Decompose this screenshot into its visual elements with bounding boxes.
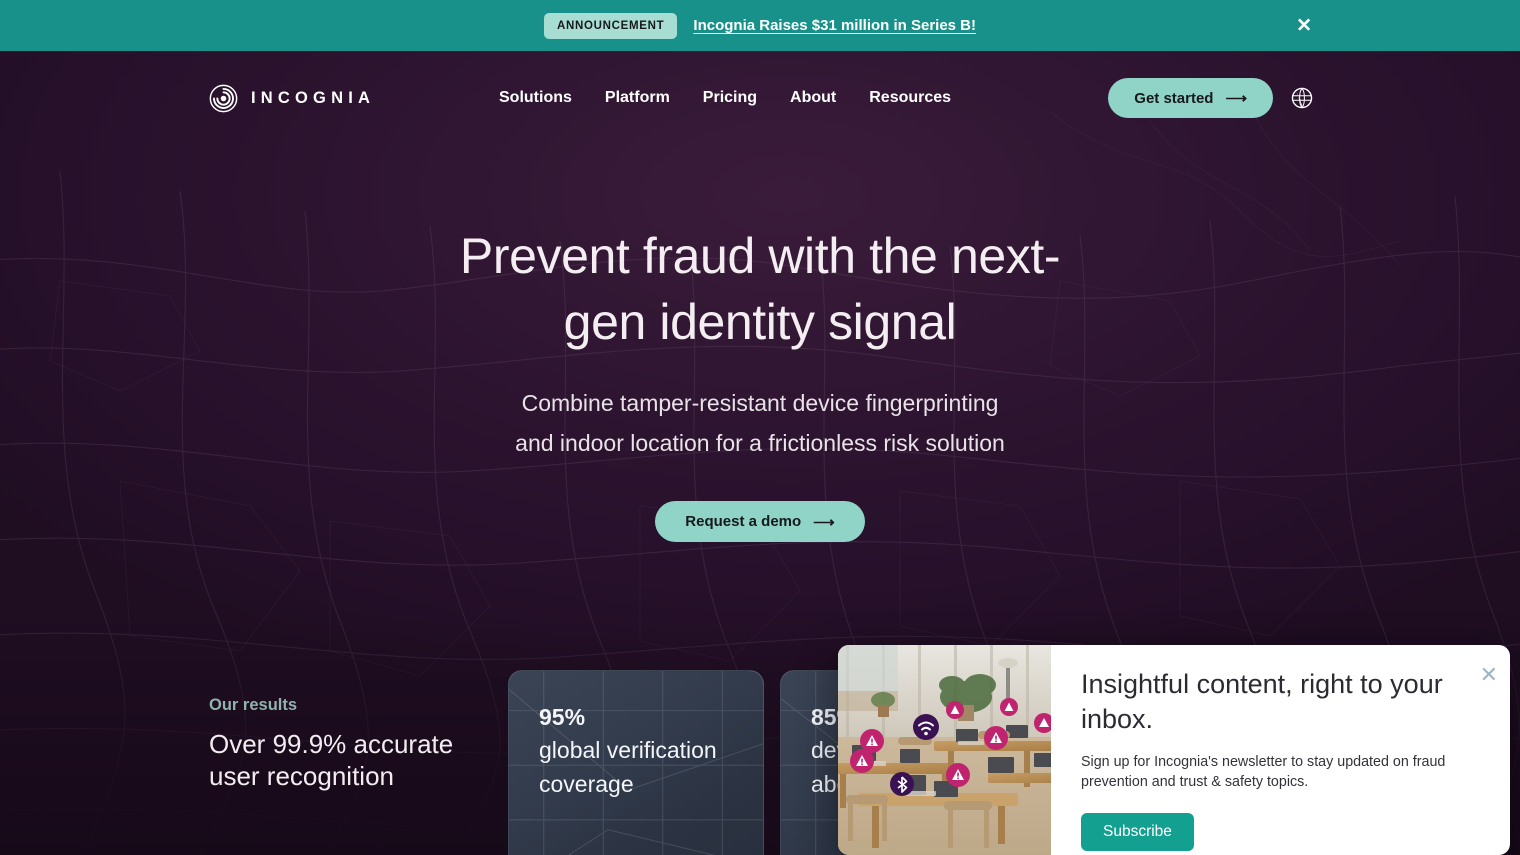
stat-value: 95% [539, 704, 586, 730]
popup-body: Insightful content, right to your inbox.… [1051, 645, 1510, 855]
announcement-close-icon[interactable]: ✕ [1296, 16, 1312, 35]
announcement-link[interactable]: Incognia Raises $31 million in Series B! [693, 17, 976, 34]
nav-item-about[interactable]: About [790, 89, 836, 107]
nav-item-platform[interactable]: Platform [605, 89, 670, 107]
stat-card-text: 95% global verification coverage [539, 701, 737, 801]
popup-title: Insightful content, right to your inbox. [1081, 669, 1443, 734]
hero-subtitle: Combine tamper-resistant device fingerpr… [515, 390, 1005, 456]
get-started-label: Get started [1134, 89, 1214, 107]
request-demo-label: Request a demo [685, 513, 802, 531]
page-root: ANNOUNCEMENT Incognia Raises $31 million… [0, 0, 1520, 855]
popup-description: Sign up for Incognia's newsletter to sta… [1081, 754, 1446, 791]
announcement-content: ANNOUNCEMENT Incognia Raises $31 million… [543, 12, 976, 39]
site-header: INCOGNIA Solutions Platform Pricing Abou… [0, 51, 1520, 145]
announcement-bar: ANNOUNCEMENT Incognia Raises $31 million… [0, 0, 1520, 51]
popup-image [838, 645, 1051, 855]
logo-wordmark: INCOGNIA [251, 88, 376, 107]
nav-item-solutions[interactable]: Solutions [499, 89, 572, 107]
arrow-right-icon: ⟶ [1225, 90, 1247, 107]
results-kicker: Our results [209, 696, 298, 714]
results-block: Our results Over 99.9% accurate user rec… [209, 696, 479, 792]
logo[interactable]: INCOGNIA [209, 84, 375, 113]
arrow-right-icon: ⟶ [813, 513, 835, 531]
announcement-badge: ANNOUNCEMENT [543, 12, 678, 39]
office-workspace-photo [838, 645, 1051, 855]
newsletter-popup: Insightful content, right to your inbox.… [838, 645, 1510, 855]
hero-title: Prevent fraud with the next-gen identity… [459, 228, 1061, 350]
globe-icon[interactable] [1291, 87, 1313, 109]
subscribe-button[interactable]: Subscribe [1081, 812, 1194, 851]
main-nav: Solutions Platform Pricing About Resourc… [499, 89, 951, 107]
incognia-logo-icon [209, 84, 238, 112]
results-headline: Over 99.9% accurate user recognition [209, 729, 454, 792]
get-started-button[interactable]: Get started ⟶ [1108, 78, 1273, 118]
nav-item-pricing[interactable]: Pricing [703, 89, 757, 107]
header-actions: Get started ⟶ [1108, 78, 1313, 118]
stat-label: global verification coverage [539, 737, 717, 797]
stat-card: 95% global verification coverage [508, 670, 764, 855]
popup-close-icon[interactable]: ✕ [1480, 664, 1498, 686]
nav-item-resources[interactable]: Resources [869, 89, 951, 107]
request-demo-button[interactable]: Request a demo ⟶ [655, 501, 865, 543]
